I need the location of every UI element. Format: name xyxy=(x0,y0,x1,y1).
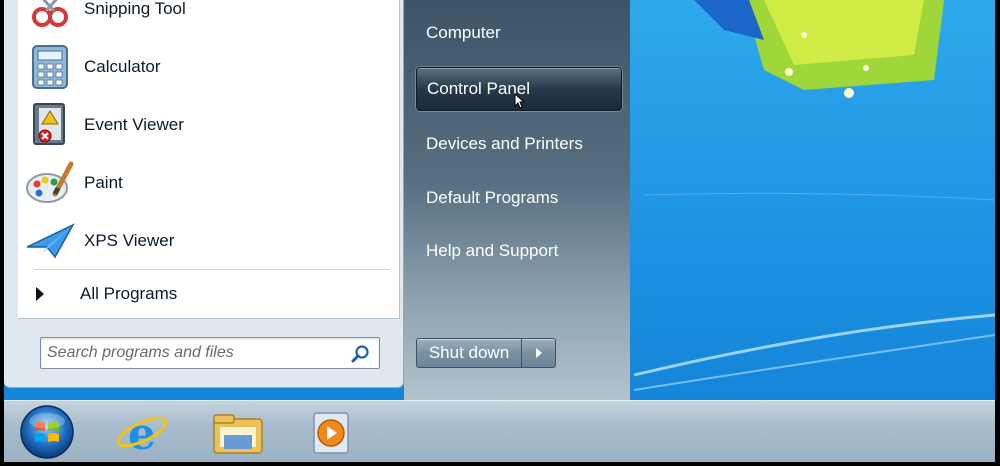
internet-explorer-icon[interactable]: e xyxy=(114,407,170,460)
program-label: Snipping Tool xyxy=(84,0,186,18)
chevron-right-icon xyxy=(535,348,542,358)
menu-item-label: Help and Support xyxy=(426,241,559,260)
windows-explorer-icon[interactable] xyxy=(210,407,266,457)
calculator-icon xyxy=(24,41,76,93)
start-menu-right-pane: Computer Control Panel Devices and Print… xyxy=(404,0,630,400)
all-programs-button[interactable]: All Programs xyxy=(34,280,390,308)
svg-text:e: e xyxy=(128,409,156,457)
divider xyxy=(34,269,390,270)
event-viewer-icon xyxy=(24,99,76,151)
start-orb-icon[interactable] xyxy=(18,403,76,461)
paint-icon xyxy=(24,157,76,209)
program-event-viewer[interactable]: Event Viewer xyxy=(24,96,394,154)
shutdown-label: Shut down xyxy=(428,343,510,362)
search-icon[interactable] xyxy=(351,344,371,364)
menu-item-label: Devices and Printers xyxy=(426,134,583,153)
start-menu: Snipping Tool Calculator Event Viewer Pa… xyxy=(4,0,630,400)
media-player-icon[interactable] xyxy=(304,407,360,457)
program-paint[interactable]: Paint xyxy=(24,154,394,212)
menu-item-default-programs[interactable]: Default Programs xyxy=(416,176,622,220)
search-box[interactable] xyxy=(40,337,380,369)
xps-viewer-icon xyxy=(24,215,76,267)
menu-item-label: Computer xyxy=(426,23,501,42)
taskbar: e xyxy=(4,400,995,462)
chevron-right-icon xyxy=(36,287,44,301)
all-programs-label: All Programs xyxy=(80,284,178,303)
search-input[interactable] xyxy=(47,342,337,364)
program-label: Paint xyxy=(84,173,123,192)
menu-item-label: Default Programs xyxy=(426,188,559,207)
screen: Snipping Tool Calculator Event Viewer Pa… xyxy=(4,0,995,462)
mouse-cursor-icon xyxy=(514,93,526,109)
program-label: Calculator xyxy=(84,57,161,76)
menu-item-devices-and-printers[interactable]: Devices and Printers xyxy=(416,122,622,166)
program-list: Snipping Tool Calculator Event Viewer Pa… xyxy=(18,0,400,319)
menu-item-help-and-support[interactable]: Help and Support xyxy=(416,229,622,273)
program-snipping-tool[interactable]: Snipping Tool xyxy=(24,0,394,38)
program-calculator[interactable]: Calculator xyxy=(24,38,394,96)
shutdown-options-button[interactable] xyxy=(522,338,556,368)
program-label: Event Viewer xyxy=(84,115,184,134)
start-menu-left-frame: Snipping Tool Calculator Event Viewer Pa… xyxy=(4,0,404,388)
snipping-tool-icon xyxy=(24,0,76,35)
program-xps-viewer[interactable]: XPS Viewer xyxy=(24,212,394,270)
shutdown-button[interactable]: Shut down xyxy=(416,338,522,368)
program-label: XPS Viewer xyxy=(84,231,175,250)
menu-item-computer[interactable]: Computer xyxy=(416,11,622,55)
menu-item-control-panel[interactable]: Control Panel xyxy=(416,67,622,111)
